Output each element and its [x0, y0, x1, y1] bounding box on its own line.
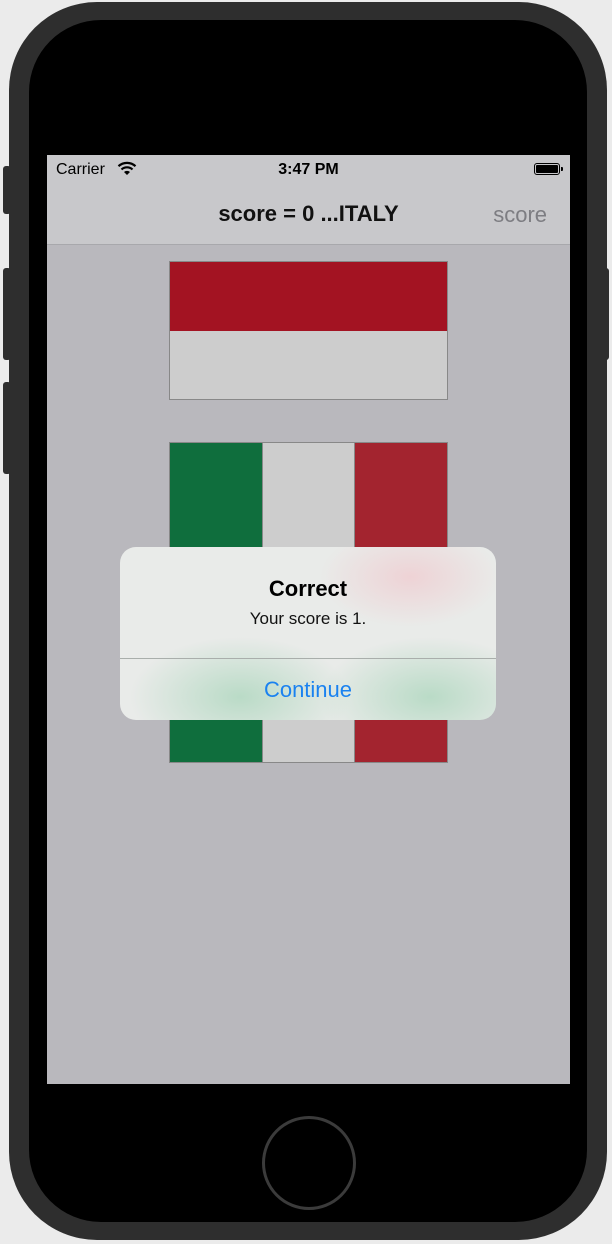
flag-white-stripe [170, 331, 447, 399]
navigation-bar: score = 0 ...ITALY score [47, 185, 570, 245]
status-time: 3:47 PM [278, 161, 339, 178]
monaco-flag[interactable] [169, 261, 448, 400]
flag-red-stripe [170, 262, 447, 331]
alert-message: Your score is 1. [249, 609, 367, 628]
status-bar: Carrier 3:47 PM [47, 155, 570, 185]
home-button[interactable] [262, 1116, 356, 1210]
score-button[interactable]: score [493, 202, 547, 228]
alert-dialog: Correct Your score is 1. Continue [120, 547, 496, 720]
continue-button[interactable]: Continue [120, 659, 496, 720]
app-screen: Carrier 3:47 PM score = 0 ...ITALY score… [47, 155, 570, 1084]
battery-icon [534, 163, 563, 175]
nav-title: score = 0 ...ITALY [218, 201, 399, 226]
alert-title: Correct [268, 576, 348, 601]
